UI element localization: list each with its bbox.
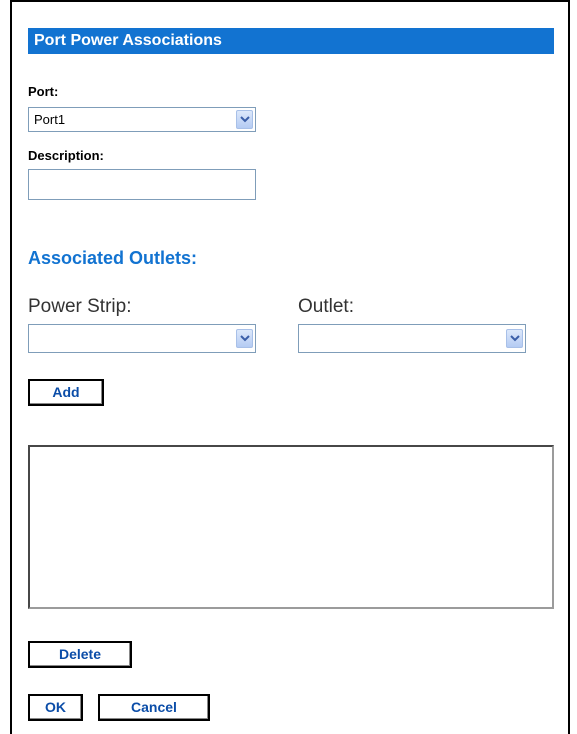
- power-strip-select[interactable]: [28, 324, 256, 353]
- ok-button[interactable]: OK: [28, 694, 83, 721]
- chevron-down-icon[interactable]: [506, 329, 523, 348]
- cancel-button[interactable]: Cancel: [98, 694, 210, 721]
- port-select[interactable]: Port1: [28, 107, 256, 132]
- associated-outlets-heading: Associated Outlets:: [28, 248, 198, 268]
- add-button[interactable]: Add: [28, 379, 104, 406]
- dialog-title: Port Power Associations: [28, 28, 554, 54]
- associated-outlets-list[interactable]: [28, 445, 554, 609]
- outlet-label: Outlet:: [298, 296, 354, 317]
- outlet-select[interactable]: [298, 324, 526, 353]
- power-strip-label: Power Strip:: [28, 296, 132, 317]
- port-select-value: Port1: [34, 112, 66, 127]
- description-label: Description:: [28, 148, 104, 163]
- delete-button[interactable]: Delete: [28, 641, 132, 668]
- chevron-down-icon[interactable]: [236, 329, 253, 348]
- port-label: Port:: [28, 84, 59, 99]
- description-field[interactable]: [28, 169, 256, 200]
- chevron-down-icon[interactable]: [236, 110, 253, 129]
